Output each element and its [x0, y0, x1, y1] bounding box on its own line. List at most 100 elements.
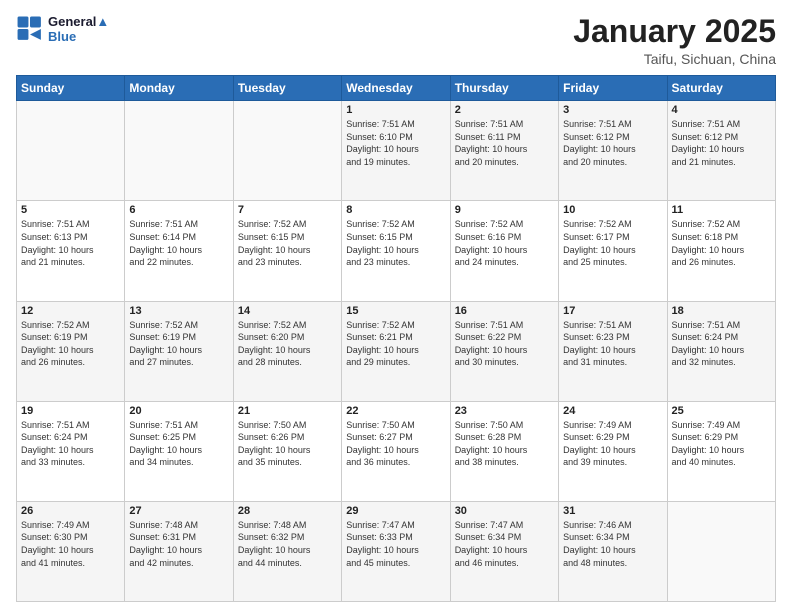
- day-info: Sunrise: 7:46 AM Sunset: 6:34 PM Dayligh…: [563, 519, 662, 569]
- day-header-friday: Friday: [559, 76, 667, 101]
- day-number: 6: [129, 204, 228, 216]
- day-info: Sunrise: 7:52 AM Sunset: 6:15 PM Dayligh…: [238, 218, 337, 268]
- day-info: Sunrise: 7:52 AM Sunset: 6:17 PM Dayligh…: [563, 218, 662, 268]
- day-info: Sunrise: 7:52 AM Sunset: 6:21 PM Dayligh…: [346, 319, 445, 369]
- calendar-cell: 30Sunrise: 7:47 AM Sunset: 6:34 PM Dayli…: [450, 501, 558, 601]
- day-number: 8: [346, 204, 445, 216]
- calendar-cell: 31 Sunrise: 7:46 AM Sunset: 6:34 PM Dayli…: [559, 501, 667, 601]
- day-info: Sunrise: 7:51 AM Sunset: 6:24 PM Dayligh…: [672, 319, 771, 369]
- calendar-cell: 6Sunrise: 7:51 AM Sunset: 6:14 PM Daylig…: [125, 201, 233, 301]
- day-number: 10: [563, 204, 662, 216]
- day-info: Sunrise: 7:51 AM Sunset: 6:11 PM Dayligh…: [455, 118, 554, 168]
- day-header-wednesday: Wednesday: [342, 76, 450, 101]
- subtitle: Taifu, Sichuan, China: [573, 51, 776, 67]
- calendar-week-4: 19Sunrise: 7:51 AM Sunset: 6:24 PM Dayli…: [17, 401, 776, 501]
- calendar-cell: 22 Sunrise: 7:50 AM Sunset: 6:27 PM Dayli…: [342, 401, 450, 501]
- calendar-week-3: 12 Sunrise: 7:52 AM Sunset: 6:19 PM Dayli…: [17, 301, 776, 401]
- day-info: Sunrise: 7:51 AM Sunset: 6:23 PM Dayligh…: [563, 319, 662, 369]
- calendar-cell: 28 Sunrise: 7:48 AM Sunset: 6:32 PM Dayli…: [233, 501, 341, 601]
- calendar-cell: [17, 101, 125, 201]
- day-number: 28: [238, 505, 337, 517]
- calendar-cell: 17 Sunrise: 7:51 AM Sunset: 6:23 PM Dayli…: [559, 301, 667, 401]
- header: General▲ Blue January 2025 Taifu, Sichua…: [16, 14, 776, 67]
- day-number: 30: [455, 505, 554, 517]
- day-header-monday: Monday: [125, 76, 233, 101]
- day-number: 20: [129, 405, 228, 417]
- day-info: Sunrise: 7:52 AM Sunset: 6:20 PM Dayligh…: [238, 319, 337, 369]
- calendar-week-2: 5 Sunrise: 7:51 AM Sunset: 6:13 PM Daylig…: [17, 201, 776, 301]
- day-header-saturday: Saturday: [667, 76, 775, 101]
- day-number: 9: [455, 204, 554, 216]
- day-info: Sunrise: 7:50 AM Sunset: 6:26 PM Dayligh…: [238, 419, 337, 469]
- day-number: 11: [672, 204, 771, 216]
- logo-icon: [16, 15, 44, 43]
- calendar-cell: 20Sunrise: 7:51 AM Sunset: 6:25 PM Dayli…: [125, 401, 233, 501]
- day-number: 13: [129, 305, 228, 317]
- calendar-cell: 13 Sunrise: 7:52 AM Sunset: 6:19 PM Dayli…: [125, 301, 233, 401]
- day-number: 27: [129, 505, 228, 517]
- calendar-cell: [667, 501, 775, 601]
- calendar-cell: 3 Sunrise: 7:51 AM Sunset: 6:12 PM Daylig…: [559, 101, 667, 201]
- day-number: 24: [563, 405, 662, 417]
- day-info: Sunrise: 7:52 AM Sunset: 6:18 PM Dayligh…: [672, 218, 771, 268]
- day-number: 17: [563, 305, 662, 317]
- calendar-cell: 18 Sunrise: 7:51 AM Sunset: 6:24 PM Dayli…: [667, 301, 775, 401]
- day-info: Sunrise: 7:51 AM Sunset: 6:13 PM Dayligh…: [21, 218, 120, 268]
- day-number: 14: [238, 305, 337, 317]
- day-number: 12: [21, 305, 120, 317]
- calendar-cell: 4 Sunrise: 7:51 AM Sunset: 6:12 PM Daylig…: [667, 101, 775, 201]
- calendar-cell: 21 Sunrise: 7:50 AM Sunset: 6:26 PM Dayli…: [233, 401, 341, 501]
- calendar-cell: [233, 101, 341, 201]
- day-info: Sunrise: 7:51 AM Sunset: 6:10 PM Dayligh…: [346, 118, 445, 168]
- calendar-cell: 15 Sunrise: 7:52 AM Sunset: 6:21 PM Dayli…: [342, 301, 450, 401]
- page: General▲ Blue January 2025 Taifu, Sichua…: [0, 0, 792, 612]
- day-number: 18: [672, 305, 771, 317]
- calendar-cell: 25Sunrise: 7:49 AM Sunset: 6:29 PM Dayli…: [667, 401, 775, 501]
- day-header-tuesday: Tuesday: [233, 76, 341, 101]
- calendar-cell: 23 Sunrise: 7:50 AM Sunset: 6:28 PM Dayli…: [450, 401, 558, 501]
- day-number: 29: [346, 505, 445, 517]
- title-block: January 2025 Taifu, Sichuan, China: [573, 14, 776, 67]
- calendar-cell: 5 Sunrise: 7:51 AM Sunset: 6:13 PM Daylig…: [17, 201, 125, 301]
- day-info: Sunrise: 7:48 AM Sunset: 6:31 PM Dayligh…: [129, 519, 228, 569]
- day-number: 2: [455, 104, 554, 116]
- calendar-cell: 11 Sunrise: 7:52 AM Sunset: 6:18 PM Dayli…: [667, 201, 775, 301]
- day-info: Sunrise: 7:51 AM Sunset: 6:12 PM Dayligh…: [563, 118, 662, 168]
- day-number: 26: [21, 505, 120, 517]
- calendar-cell: 10 Sunrise: 7:52 AM Sunset: 6:17 PM Dayli…: [559, 201, 667, 301]
- day-info: Sunrise: 7:48 AM Sunset: 6:32 PM Dayligh…: [238, 519, 337, 569]
- calendar-cell: 27 Sunrise: 7:48 AM Sunset: 6:31 PM Dayli…: [125, 501, 233, 601]
- calendar-cell: 19Sunrise: 7:51 AM Sunset: 6:24 PM Dayli…: [17, 401, 125, 501]
- calendar-cell: 24Sunrise: 7:49 AM Sunset: 6:29 PM Dayli…: [559, 401, 667, 501]
- day-number: 16: [455, 305, 554, 317]
- calendar-table: SundayMondayTuesdayWednesdayThursdayFrid…: [16, 75, 776, 602]
- day-number: 22: [346, 405, 445, 417]
- day-number: 1: [346, 104, 445, 116]
- day-number: 31: [563, 505, 662, 517]
- calendar-week-1: 1 Sunrise: 7:51 AM Sunset: 6:10 PM Daylig…: [17, 101, 776, 201]
- day-info: Sunrise: 7:47 AM Sunset: 6:33 PM Dayligh…: [346, 519, 445, 569]
- calendar-cell: 2 Sunrise: 7:51 AM Sunset: 6:11 PM Daylig…: [450, 101, 558, 201]
- day-info: Sunrise: 7:52 AM Sunset: 6:19 PM Dayligh…: [129, 319, 228, 369]
- day-info: Sunrise: 7:51 AM Sunset: 6:12 PM Dayligh…: [672, 118, 771, 168]
- day-info: Sunrise: 7:52 AM Sunset: 6:16 PM Dayligh…: [455, 218, 554, 268]
- day-number: 25: [672, 405, 771, 417]
- logo-text: General▲ Blue: [48, 14, 109, 44]
- main-title: January 2025: [573, 14, 776, 49]
- day-number: 3: [563, 104, 662, 116]
- day-info: Sunrise: 7:50 AM Sunset: 6:27 PM Dayligh…: [346, 419, 445, 469]
- day-info: Sunrise: 7:50 AM Sunset: 6:28 PM Dayligh…: [455, 419, 554, 469]
- day-number: 15: [346, 305, 445, 317]
- day-info: Sunrise: 7:51 AM Sunset: 6:22 PM Dayligh…: [455, 319, 554, 369]
- day-number: 4: [672, 104, 771, 116]
- day-info: Sunrise: 7:49 AM Sunset: 6:30 PM Dayligh…: [21, 519, 120, 569]
- day-header-sunday: Sunday: [17, 76, 125, 101]
- calendar-week-5: 26 Sunrise: 7:49 AM Sunset: 6:30 PM Dayli…: [17, 501, 776, 601]
- day-number: 5: [21, 204, 120, 216]
- day-number: 21: [238, 405, 337, 417]
- day-number: 23: [455, 405, 554, 417]
- day-info: Sunrise: 7:52 AM Sunset: 6:15 PM Dayligh…: [346, 218, 445, 268]
- calendar-cell: 14 Sunrise: 7:52 AM Sunset: 6:20 PM Dayli…: [233, 301, 341, 401]
- logo: General▲ Blue: [16, 14, 109, 44]
- calendar-cell: 26 Sunrise: 7:49 AM Sunset: 6:30 PM Dayli…: [17, 501, 125, 601]
